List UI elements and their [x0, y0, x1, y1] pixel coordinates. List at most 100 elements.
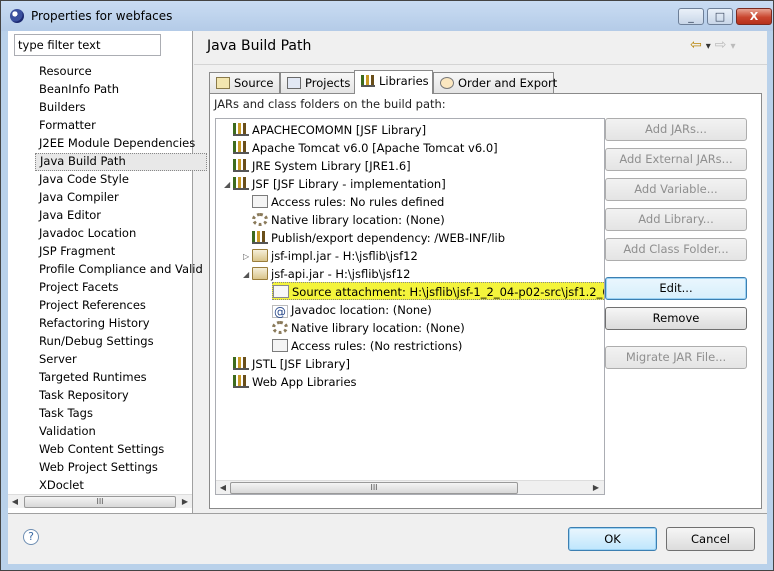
back-arrow-icon[interactable]: ⇦	[690, 37, 702, 53]
title-bar: Properties for webfaces _ □ X	[1, 1, 773, 31]
close-button[interactable]: X	[736, 8, 772, 25]
library-icon	[252, 231, 268, 244]
page-title: Java Build Path	[207, 38, 312, 54]
access-rules-icon	[272, 339, 288, 352]
nav-item[interactable]: Project References	[35, 297, 207, 315]
nav-item[interactable]: Java Code Style	[35, 171, 207, 189]
tab-source[interactable]: Source	[209, 72, 280, 93]
add-class-folder-button[interactable]: Add Class Folder...	[605, 238, 747, 261]
navigation-pane: type filter text Resource BeanInfo Path …	[8, 31, 207, 513]
separator	[8, 513, 767, 514]
tree-item[interactable]: Native library location: (None)	[272, 319, 465, 337]
nav-item[interactable]: Resource	[35, 63, 207, 81]
tree-horizontal-scrollbar[interactable]: ◀ III ▶	[216, 480, 604, 494]
nav-item[interactable]: BeanInfo Path	[35, 81, 207, 99]
nav-item[interactable]: JSP Fragment	[35, 243, 207, 261]
tree-item[interactable]: APACHECOMOMN [JSF Library]	[224, 121, 426, 139]
add-library-button[interactable]: Add Library...	[605, 208, 747, 231]
nav-item[interactable]: XDoclet	[35, 477, 207, 495]
libraries-tab-content: JARs and class folders on the build path…	[209, 93, 762, 509]
tree-expanded-icon[interactable]: ◢	[243, 266, 252, 284]
library-icon	[233, 141, 249, 154]
separator	[194, 64, 767, 65]
add-jars-button[interactable]: Add JARs...	[605, 118, 747, 141]
tree-collapsed-icon[interactable]: ▷	[243, 248, 252, 266]
edit-button[interactable]: Edit...	[605, 277, 747, 300]
nav-horizontal-scrollbar[interactable]: ◀ III ▶	[8, 494, 192, 508]
tree-item[interactable]: ◢ jsf-api.jar - H:\jsflib\jsf12	[243, 265, 410, 283]
javadoc-icon: @	[272, 305, 288, 319]
tree-item-selected[interactable]: Source attachment: H:\jsflib\jsf-1_2_04-…	[272, 282, 604, 300]
cancel-button[interactable]: Cancel	[666, 527, 755, 551]
nav-list: Resource BeanInfo Path Builders Formatte…	[35, 63, 207, 495]
jar-icon	[252, 267, 268, 280]
project-icon	[287, 77, 301, 89]
history-navigation: ⇦ ▾ ⇨ ▾	[690, 37, 740, 53]
tab-projects[interactable]: Projects	[280, 72, 355, 93]
library-icon	[361, 75, 375, 87]
source-attachment-icon	[273, 285, 289, 298]
window-title: Properties for webfaces	[31, 9, 173, 23]
tree-item[interactable]: Apache Tomcat v6.0 [Apache Tomcat v6.0]	[224, 139, 498, 157]
nav-item[interactable]: Task Tags	[35, 405, 207, 423]
nav-item[interactable]: Validation	[35, 423, 207, 441]
nav-item[interactable]: Refactoring History	[35, 315, 207, 333]
tree-item[interactable]: ▷ jsf-impl.jar - H:\jsflib\jsf12	[243, 247, 418, 265]
maximize-button[interactable]: □	[707, 8, 733, 25]
tree-item[interactable]: Access rules: No rules defined	[252, 193, 444, 211]
remove-button[interactable]: Remove	[605, 307, 747, 330]
scroll-right-icon[interactable]: ▶	[178, 495, 192, 509]
library-icon	[233, 159, 249, 172]
nav-item[interactable]: Task Repository	[35, 387, 207, 405]
chevron-down-icon[interactable]: ▾	[706, 41, 711, 52]
tree-item[interactable]: ◢ JSF [JSF Library - implementation]	[224, 175, 446, 193]
build-path-label: JARs and class folders on the build path…	[214, 97, 446, 111]
source-folder-icon	[216, 77, 230, 89]
scroll-thumb[interactable]: III	[24, 496, 176, 508]
native-library-icon	[252, 213, 268, 226]
nav-item[interactable]: Server	[35, 351, 207, 369]
nav-item[interactable]: Project Facets	[35, 279, 207, 297]
nav-item[interactable]: Targeted Runtimes	[35, 369, 207, 387]
filter-input[interactable]: type filter text	[14, 34, 161, 56]
tab-libraries[interactable]: Libraries	[354, 70, 433, 94]
nav-item[interactable]: Profile Compliance and Valid	[35, 261, 207, 279]
scroll-right-icon[interactable]: ▶	[589, 481, 603, 494]
ok-button[interactable]: OK	[568, 527, 657, 551]
minimize-button[interactable]: _	[678, 8, 704, 25]
tree-item[interactable]: Access rules: (No restrictions)	[272, 337, 462, 355]
nav-item[interactable]: Run/Debug Settings	[35, 333, 207, 351]
tree-item[interactable]: @ Javadoc location: (None)	[272, 301, 432, 319]
tree-item[interactable]: Web App Libraries	[224, 373, 357, 391]
help-icon[interactable]: ?	[23, 529, 39, 545]
nav-item-selected[interactable]: Java Build Path	[35, 153, 207, 171]
property-page: Java Build Path ⇦ ▾ ⇨ ▾ Source Projects Lib…	[194, 31, 767, 513]
nav-item[interactable]: Javadoc Location	[35, 225, 207, 243]
forward-arrow-icon[interactable]: ⇨	[715, 37, 727, 53]
nav-item[interactable]: Java Compiler	[35, 189, 207, 207]
scroll-left-icon[interactable]: ◀	[216, 481, 230, 494]
tree-item[interactable]: JRE System Library [JRE1.6]	[224, 157, 411, 175]
chevron-down-icon[interactable]: ▾	[731, 41, 736, 52]
add-external-jars-button[interactable]: Add External JARs...	[605, 148, 747, 171]
migrate-jar-button[interactable]: Migrate JAR File...	[605, 346, 747, 369]
nav-item[interactable]: Builders	[35, 99, 207, 117]
library-icon	[233, 375, 249, 388]
nav-item[interactable]: Java Editor	[35, 207, 207, 225]
nav-item[interactable]: Web Content Settings	[35, 441, 207, 459]
nav-item[interactable]: Web Project Settings	[35, 459, 207, 477]
native-library-icon	[272, 321, 288, 334]
tree-item[interactable]: JSTL [JSF Library]	[224, 355, 350, 373]
scroll-left-icon[interactable]: ◀	[8, 495, 22, 509]
nav-item[interactable]: J2EE Module Dependencies	[35, 135, 207, 153]
order-export-icon	[440, 77, 454, 89]
tree-item[interactable]: Native library location: (None)	[252, 211, 445, 229]
nav-item[interactable]: Formatter	[35, 117, 207, 135]
library-tree[interactable]: APACHECOMOMN [JSF Library] Apache Tomcat…	[215, 118, 605, 495]
tree-item[interactable]: Publish/export dependency: /WEB-INF/lib	[252, 229, 505, 247]
add-variable-button[interactable]: Add Variable...	[605, 178, 747, 201]
scroll-thumb[interactable]: III	[230, 482, 518, 494]
tab-order-and-export[interactable]: Order and Export	[433, 72, 557, 93]
tree-expanded-icon[interactable]: ◢	[224, 176, 233, 194]
library-icon	[233, 123, 249, 136]
